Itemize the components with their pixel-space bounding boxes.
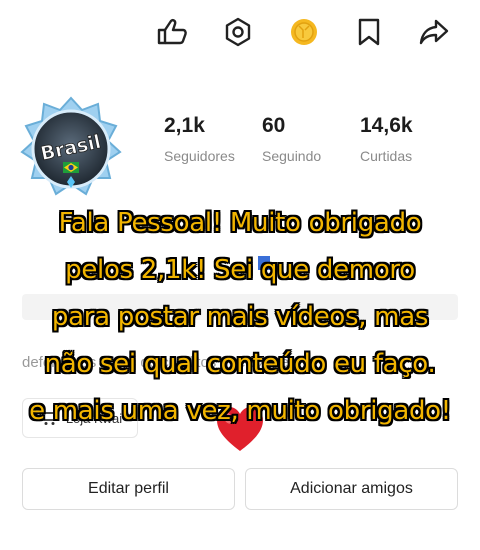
following-label: Seguindo [262,148,322,164]
caption-line: para postar mais vídeos, mas [51,302,429,332]
followers-stat[interactable]: 2,1k Seguidores [164,114,235,164]
thumbs-up-icon[interactable] [155,14,191,50]
add-friends-button[interactable]: Adicionar amigos [245,468,458,510]
caption-line: não sei qual conteúdo eu faço. [44,349,436,379]
caption-overlay: Fala Pessoal! Muito obrigado pelos 2,1k!… [0,200,480,435]
coin-icon[interactable] [286,14,322,50]
following-stat[interactable]: 60 Seguindo [262,114,321,164]
hexagon-nut-icon[interactable] [220,14,256,50]
likes-stat[interactable]: 14,6k Curtidas [360,114,413,164]
caption-line: e mais uma vez, muito obrigado! [29,396,451,426]
bookmark-icon[interactable] [351,14,387,50]
share-icon[interactable] [416,14,452,50]
likes-label: Curtidas [360,148,413,164]
caption-line: Fala Pessoal! Muito obrigado [58,208,422,238]
caption-line: pelos 2,1k! Sei que demoro [65,255,415,285]
followers-count: 2,1k [164,114,205,137]
followers-label: Seguidores [164,148,235,164]
following-count: 60 [262,114,286,137]
avatar[interactable]: Brasil [18,96,124,202]
top-toolbar [0,14,480,50]
profile-stats: 2,1k Seguidores 60 Seguindo 14,6k Curtid… [164,114,464,174]
likes-count: 14,6k [360,114,413,137]
edit-profile-button[interactable]: Editar perfil [22,468,235,510]
